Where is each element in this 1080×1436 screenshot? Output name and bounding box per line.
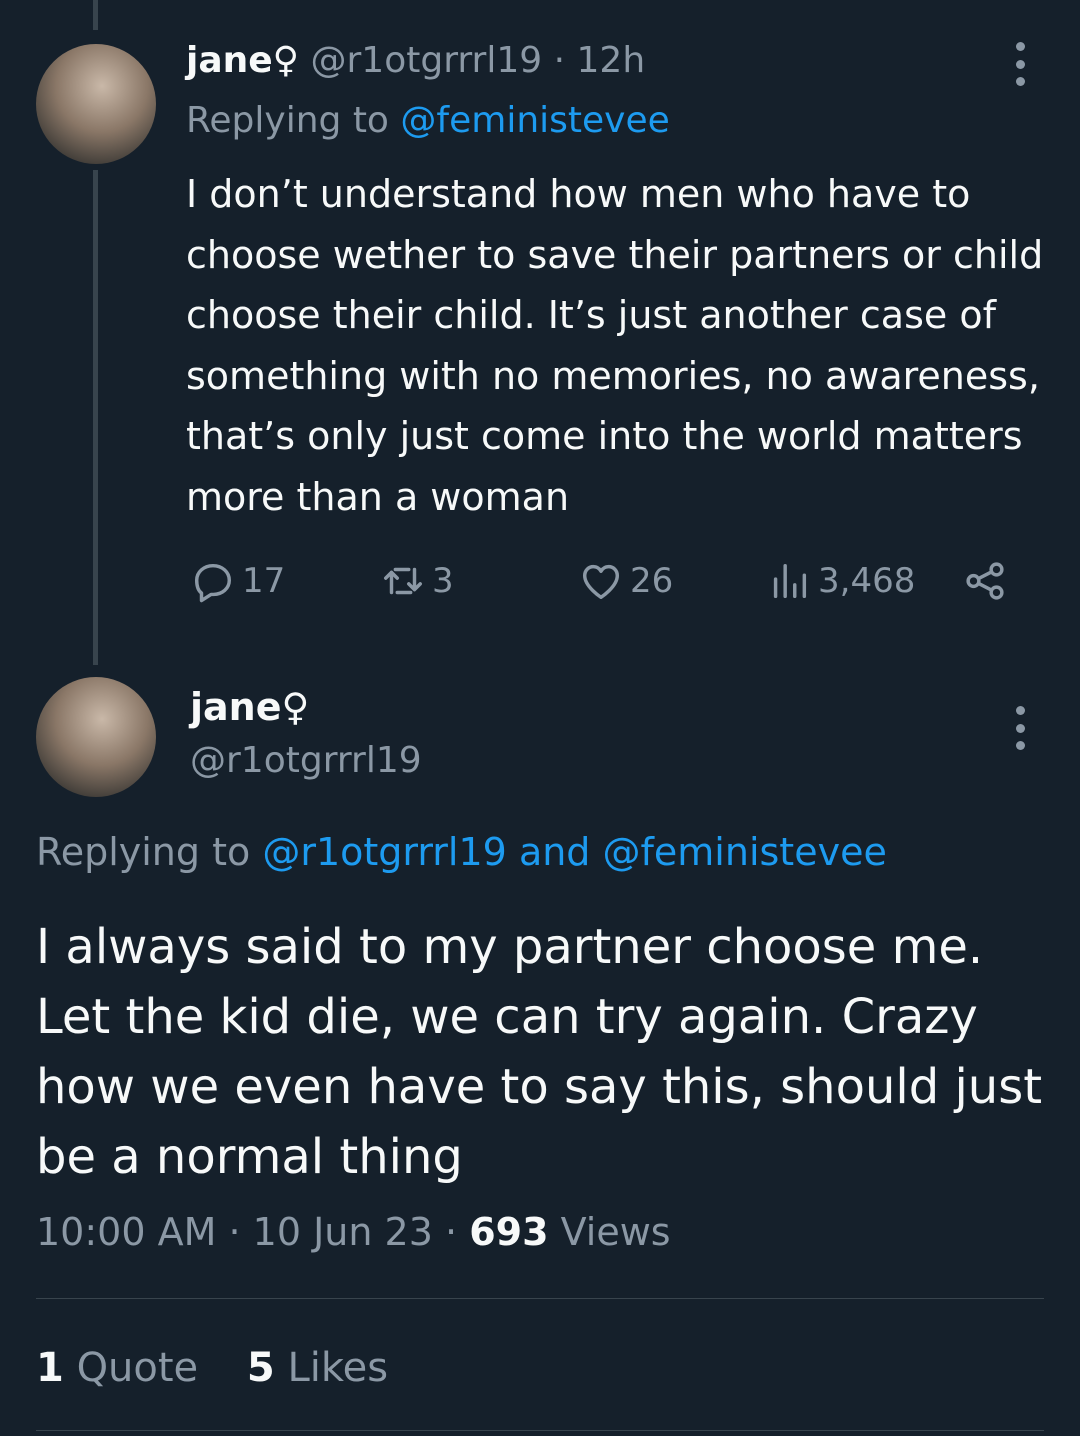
more-icon[interactable] — [1014, 706, 1026, 750]
mention-link[interactable]: @feministevee — [603, 830, 887, 874]
tweet-text: I always said to my partner choose me. L… — [36, 919, 1043, 1185]
likes-stat[interactable]: 5 Likes — [247, 1345, 388, 1391]
mention-and[interactable]: and — [519, 830, 591, 874]
tweet1-header: jane♀ @r1otgrrrl19 · 12h — [186, 40, 645, 81]
replying-prefix: Replying to — [36, 830, 251, 874]
views-count: 3,468 — [818, 561, 916, 601]
author-handle[interactable]: @r1otgrrrl19 — [190, 740, 422, 781]
likes-count: 5 — [246, 1345, 275, 1391]
reply-count: 17 — [242, 561, 286, 601]
quotes-label: Quote — [76, 1345, 199, 1391]
retweet-icon — [384, 567, 422, 595]
tweet-date[interactable]: 10 Jun 23 — [253, 1210, 433, 1254]
mention-link[interactable]: @feministevee — [400, 100, 669, 141]
reply-icon — [194, 563, 232, 603]
views-label: Views — [560, 1210, 671, 1254]
replying-to: Replying to @r1otgrrrl19 and @feministev… — [36, 830, 887, 874]
timestamp[interactable]: 12h — [577, 40, 646, 81]
separator: · — [553, 40, 566, 81]
tweet-meta: 10:00 AM · 10 Jun 23 · 693 Views — [36, 1210, 671, 1254]
divider — [36, 1430, 1044, 1431]
views-count: 693 — [469, 1210, 549, 1254]
mention-link[interactable]: @r1otgrrrl19 — [262, 830, 507, 874]
author-name[interactable]: jane♀ — [186, 40, 299, 81]
retweet-button[interactable]: 3 — [380, 558, 454, 604]
like-count: 26 — [630, 561, 674, 601]
author-handle[interactable]: @r1otgrrrl19 — [311, 40, 543, 81]
replying-to: Replying to @feministevee — [186, 100, 670, 141]
tweet-actions: 17 3 26 3,468 — [0, 558, 1080, 612]
avatar[interactable] — [36, 677, 156, 797]
share-button[interactable] — [962, 558, 1014, 604]
thread-line-top — [93, 0, 98, 30]
reply-button[interactable]: 17 — [190, 558, 285, 604]
more-icon[interactable] — [1014, 42, 1026, 86]
share-icon — [966, 562, 1004, 600]
views-icon — [773, 563, 807, 599]
separator: · — [228, 1210, 241, 1254]
author-name[interactable]: jane♀ — [190, 685, 309, 729]
separator: · — [445, 1210, 458, 1254]
tweet-time[interactable]: 10:00 AM — [36, 1210, 216, 1254]
quotes-stat[interactable]: 1 Quote — [36, 1345, 198, 1391]
replying-prefix: Replying to — [186, 100, 389, 141]
like-icon — [582, 564, 620, 600]
views-button[interactable]: 3,468 — [766, 558, 915, 604]
engagement-stats: 1 Quote 5 Likes — [36, 1345, 424, 1391]
like-button[interactable]: 26 — [578, 558, 673, 604]
divider — [36, 1298, 1044, 1299]
retweet-count: 3 — [432, 561, 454, 601]
avatar[interactable] — [36, 44, 156, 164]
quotes-count: 1 — [36, 1345, 64, 1391]
likes-label: Likes — [287, 1345, 389, 1391]
tweet-text: I don’t understand how men who have to c… — [186, 172, 1044, 519]
